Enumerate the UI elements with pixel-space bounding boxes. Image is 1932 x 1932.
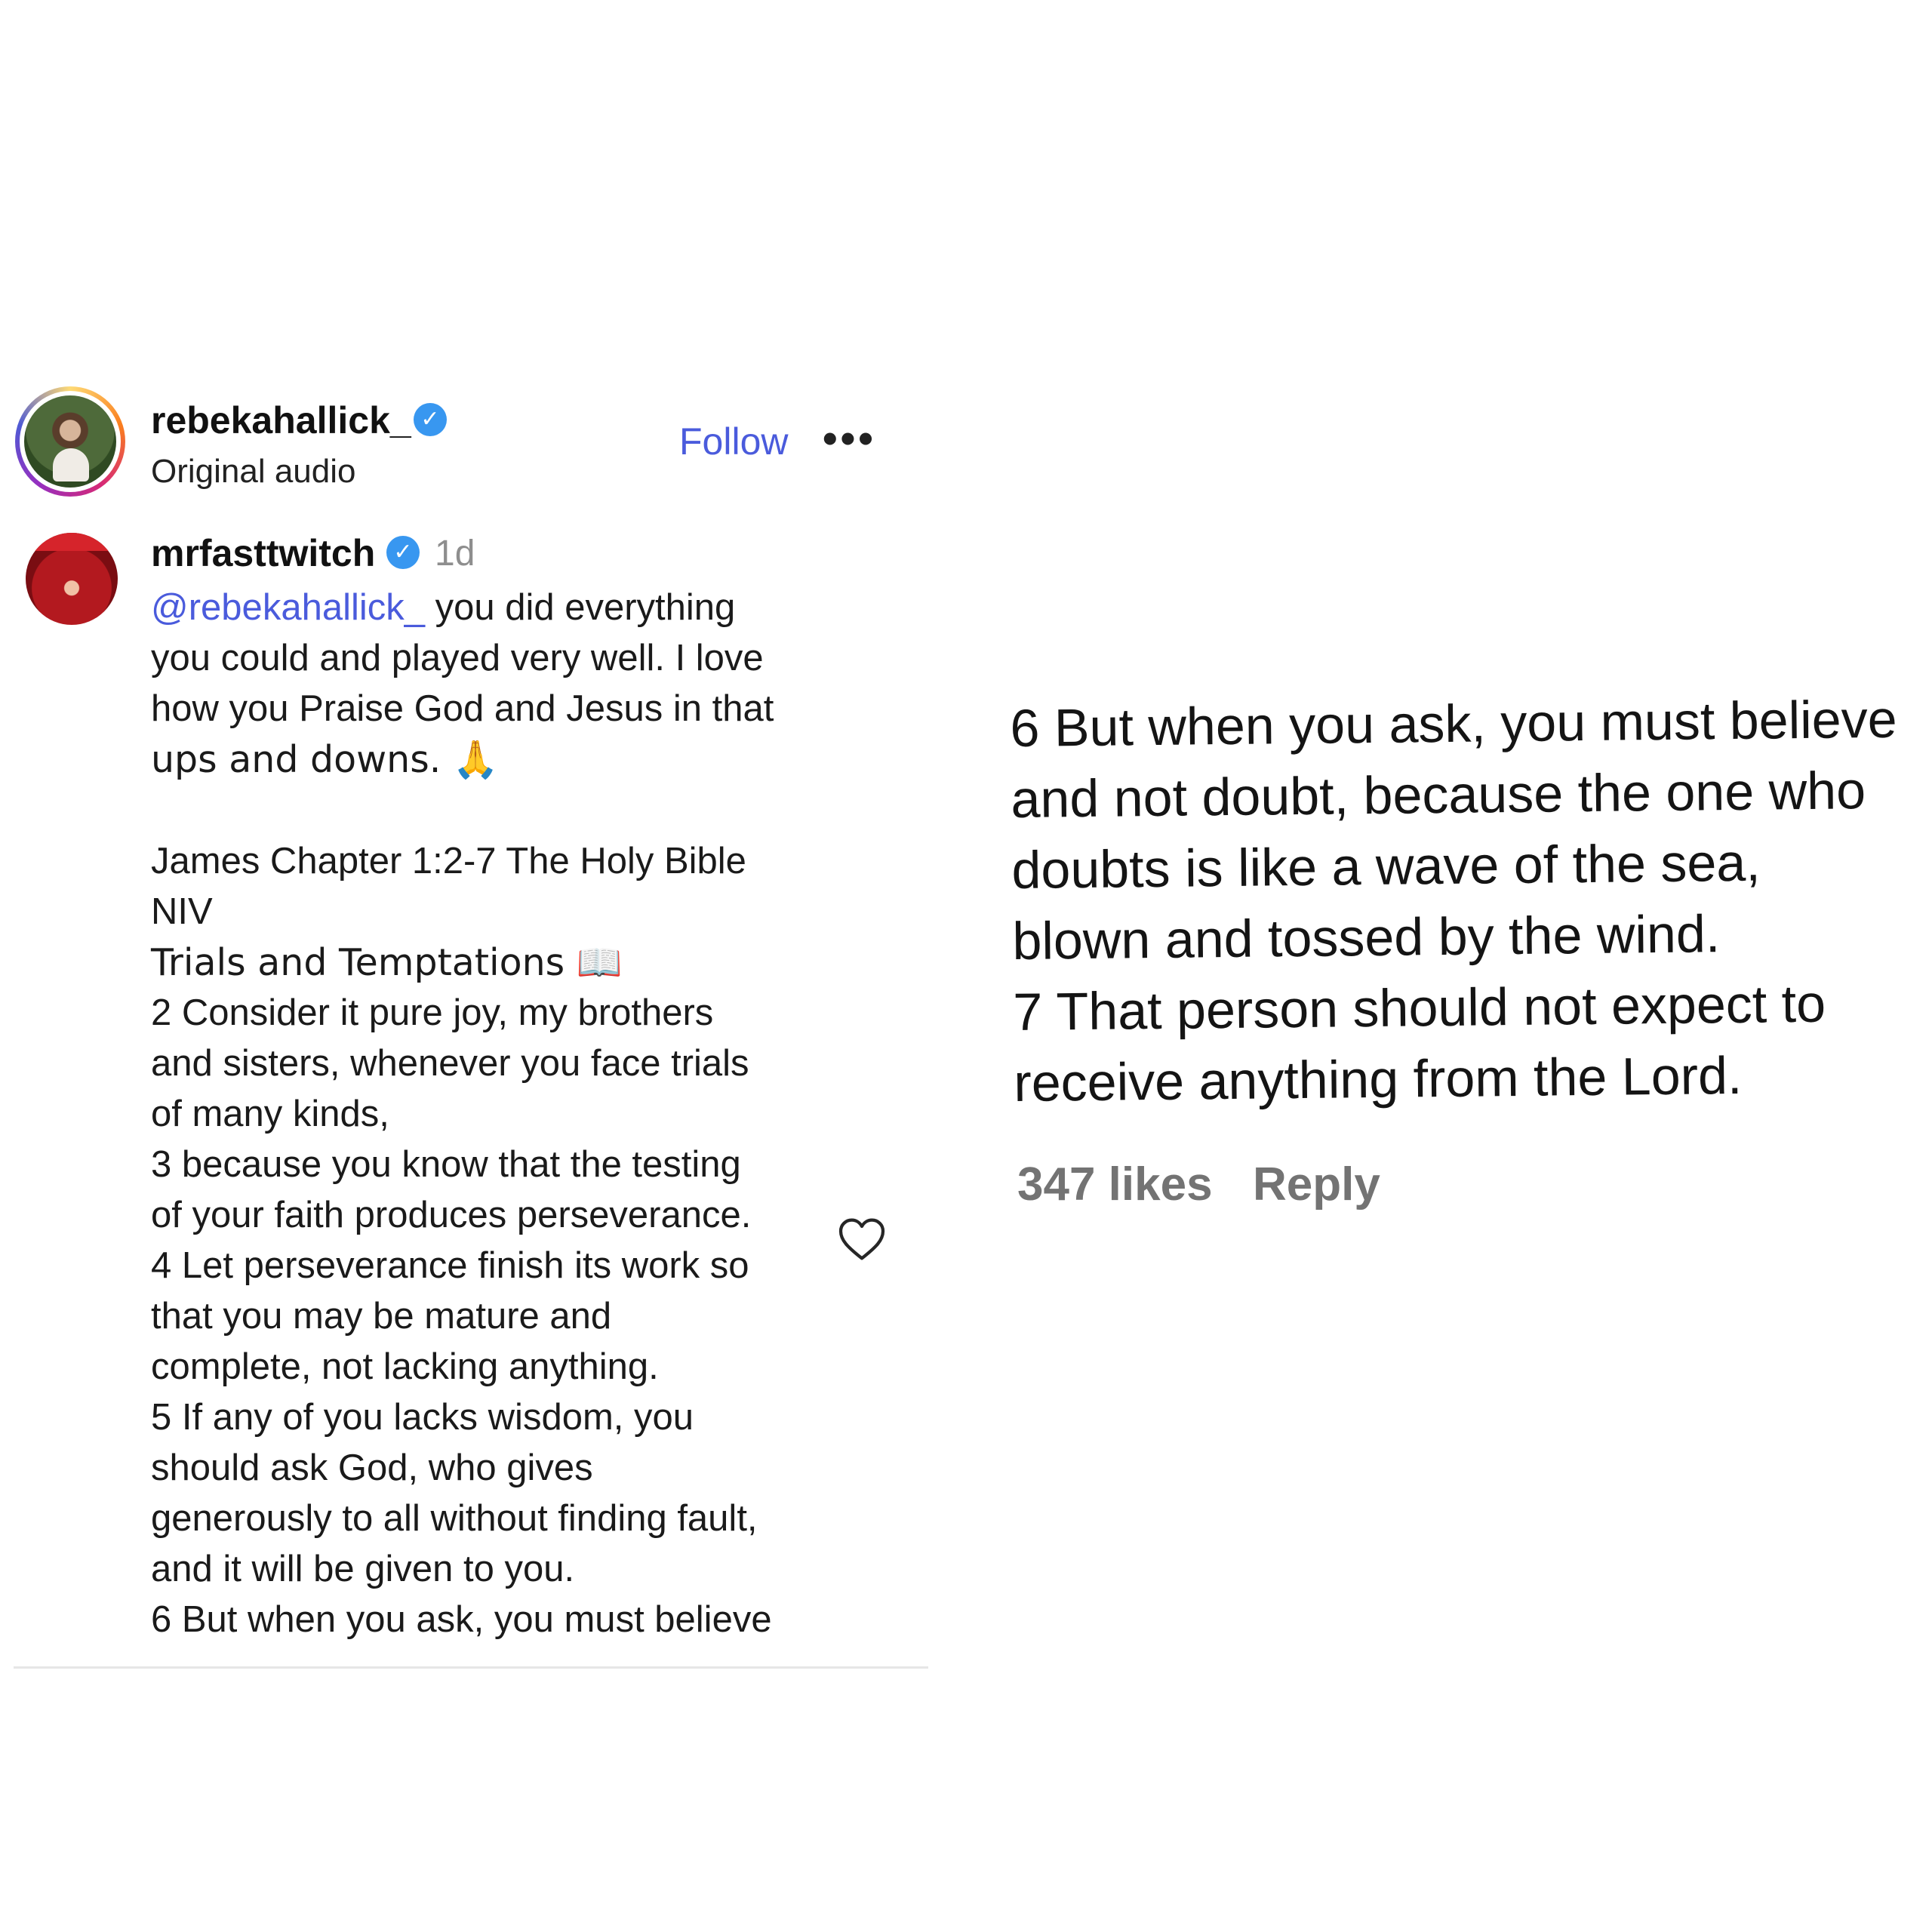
more-options-icon[interactable]: ••• [823, 414, 876, 463]
comment-line: generously to all without finding fault, [151, 1498, 758, 1539]
comment-timestamp: 1d [435, 534, 475, 574]
commenter-username[interactable]: mrfasttwitch [151, 531, 375, 575]
comment-line: should ask God, who gives [151, 1447, 593, 1488]
avatar-photo [24, 395, 116, 488]
zoom-line: and not doubt, because the one who [1011, 761, 1866, 829]
zoom-line: 7 That person should not expect to [1013, 974, 1826, 1041]
commenter-avatar[interactable] [26, 533, 118, 625]
verified-badge-icon: ✓ [414, 403, 447, 436]
verified-badge-icon: ✓ [386, 536, 420, 569]
comment-line: 2 Consider it pure joy, my brothers [151, 992, 714, 1033]
comment-line: NIV [151, 891, 213, 932]
comment-line: James Chapter 1:2-7 The Holy Bible [151, 841, 746, 881]
comment-line: 4 Let perseverance finish its work so [151, 1245, 749, 1286]
comment-text: @rebekahallick_ you did everything you c… [151, 583, 830, 1645]
comment-line: 5 If any of you lacks wisdom, you [151, 1397, 694, 1438]
comment-panel: rebekahallick_ ✓ Original audio Follow •… [0, 0, 936, 1932]
comment-line: 3 because you know that the testing [151, 1144, 741, 1185]
comment-line: complete, not lacking anything. [151, 1346, 659, 1387]
comment-line: and it will be given to you. [151, 1549, 575, 1589]
comment-line: ups and downs. 🙏 [151, 738, 499, 781]
clip-mask [0, 1669, 936, 1932]
likes-count[interactable]: 347 likes [1017, 1158, 1213, 1211]
comment-line-text: you did everything [424, 587, 736, 628]
post-author-username[interactable]: rebekahallick_ [151, 398, 411, 442]
comment-line: how you Praise God and Jesus in that [151, 688, 774, 729]
comment-line: and sisters, whenever you face trials [151, 1043, 749, 1084]
divider [14, 1666, 928, 1669]
zoomed-comment-text: 6 But when you ask, you must believe and… [1010, 683, 1932, 1118]
post-author-avatar[interactable] [15, 386, 125, 497]
comment-blank-line [151, 785, 830, 836]
zoom-line: receive anything from the Lord. [1014, 1045, 1743, 1112]
zoom-line: 6 But when you ask, you must believe [1010, 689, 1897, 758]
comment-line: of your faith produces perseverance. [151, 1195, 752, 1235]
heart-icon[interactable] [838, 1217, 886, 1262]
comment-line: you could and played very well. I love [151, 638, 764, 678]
comment-line: Trials and Temptations 📖 [151, 941, 623, 984]
comment-line: 6 But when you ask, you must believe [151, 1599, 772, 1640]
zoom-line: doubts is like a wave of the sea, [1011, 832, 1761, 900]
mention-link[interactable]: @rebekahallick_ [151, 587, 425, 628]
reply-button[interactable]: Reply [1253, 1158, 1380, 1211]
comment-line: that you may be mature and [151, 1296, 612, 1337]
original-audio-label[interactable]: Original audio [151, 453, 356, 491]
zoom-line: blown and tossed by the wind. [1012, 904, 1721, 971]
comment-line: of many kinds, [151, 1094, 389, 1134]
comment-line: @rebekahallick_ you did everything [151, 583, 830, 633]
follow-button[interactable]: Follow [679, 420, 788, 463]
